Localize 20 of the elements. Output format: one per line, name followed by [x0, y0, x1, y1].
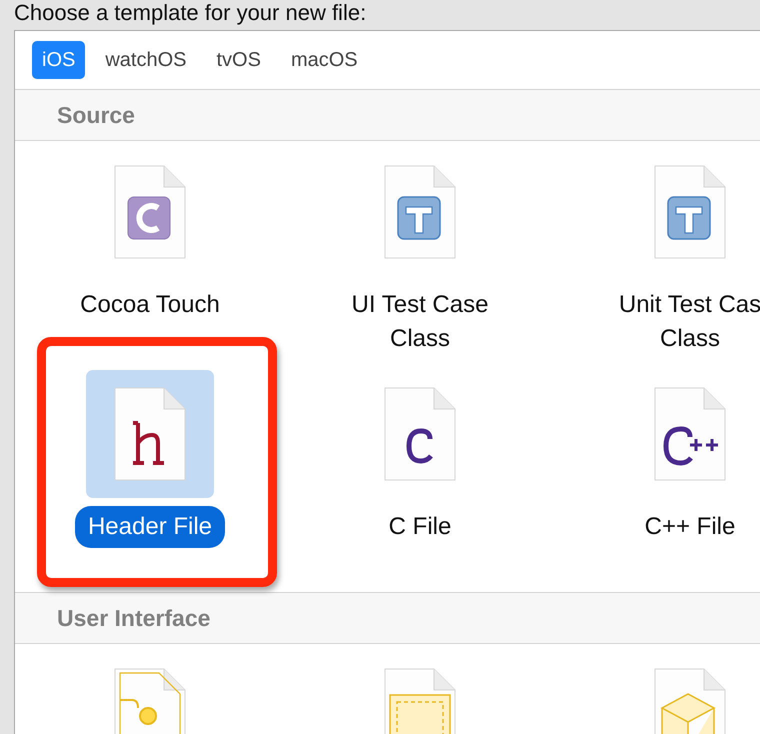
template-label: Unit Test Cas Class: [618, 290, 760, 354]
selected-template-tile[interactable]: [86, 370, 214, 498]
template-label: C File: [388, 512, 452, 542]
template-label: C++ File: [644, 512, 736, 542]
test-file-icon: [384, 165, 456, 259]
template-label: Cocoa Touch: [79, 290, 221, 320]
selected-template-label: Header File: [74, 506, 226, 548]
platform-tab[interactable]: tvOS: [206, 41, 271, 79]
section-title: User Interface: [57, 604, 210, 632]
platform-tab[interactable]: iOS: [32, 41, 86, 79]
header-file-icon: [114, 387, 186, 481]
class-file-icon: [114, 165, 186, 259]
platform-tab[interactable]: watchOS: [95, 41, 196, 79]
cpp-file-icon: [654, 387, 726, 481]
platform-tab[interactable]: macOS: [280, 41, 368, 79]
template-label: UI Test Case Class: [350, 290, 490, 354]
c-file-icon: [384, 387, 456, 481]
dialog-prompt: Choose a template for your new file:: [13, 0, 368, 26]
section-title: Source: [57, 102, 135, 128]
test-file-icon: [654, 165, 726, 259]
